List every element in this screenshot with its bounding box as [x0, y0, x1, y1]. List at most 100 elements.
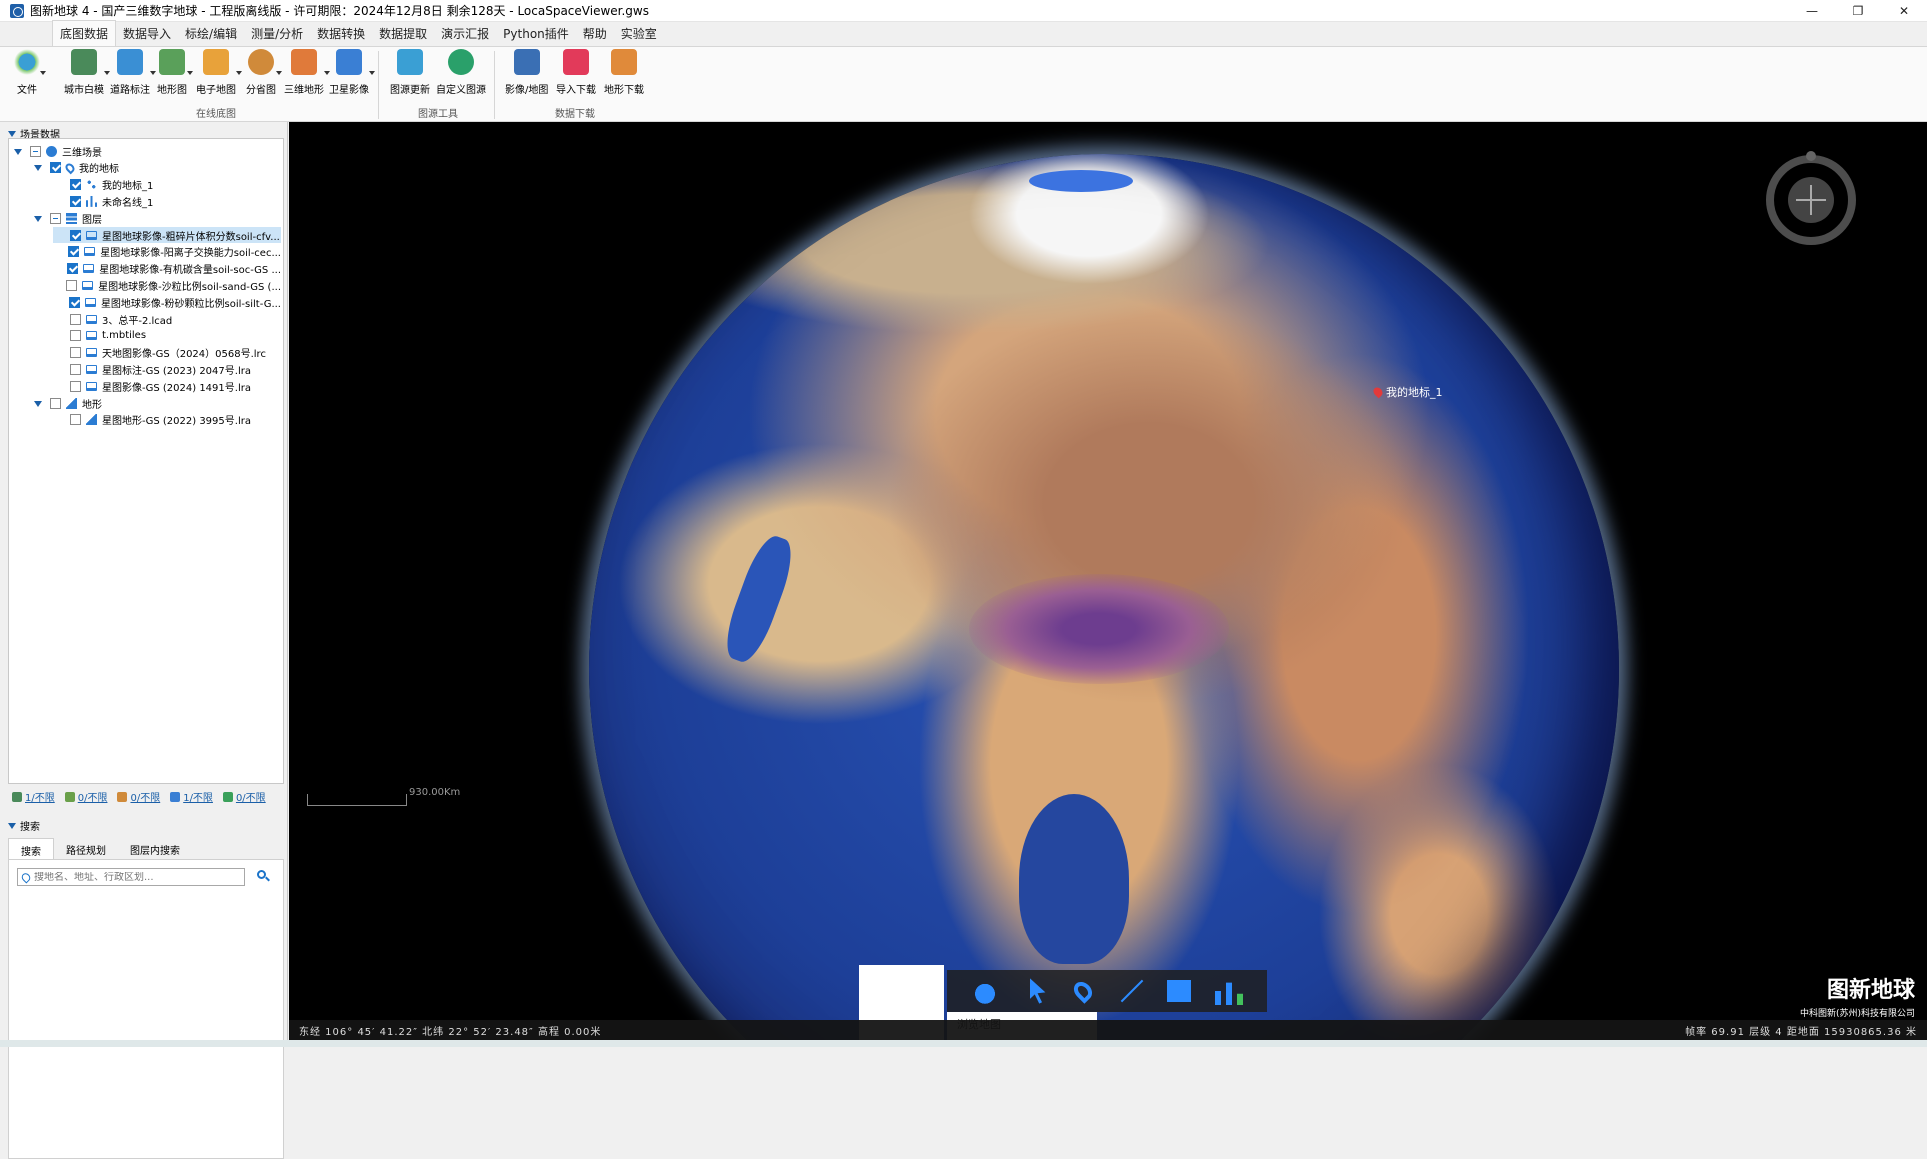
navigation-compass[interactable] — [1766, 151, 1856, 245]
layer-checkbox[interactable] — [66, 279, 78, 291]
search-box[interactable] — [17, 868, 245, 886]
tab-lab[interactable]: 实验室 — [614, 21, 664, 46]
coordinates-readout: 东经 106° 45′ 41.22″ 北纬 22° 52′ 23.48″ 高程 … — [299, 1026, 602, 1038]
layer-checkbox[interactable] — [30, 145, 41, 157]
city-model-button[interactable]: 城市白模 — [64, 49, 110, 96]
layer-checkbox[interactable] — [68, 296, 80, 308]
expand-toggle-icon[interactable] — [33, 163, 42, 172]
polygon-tool-icon[interactable] — [1167, 980, 1191, 1002]
layer-checkbox[interactable] — [70, 179, 81, 191]
collapse-icon — [8, 130, 16, 137]
province-map-button[interactable]: 分省图 — [246, 49, 282, 96]
source-update-icon — [397, 49, 423, 75]
electronic-map-icon — [203, 49, 229, 75]
tab-data-convert[interactable]: 数据转换 — [310, 21, 372, 46]
object-count-link[interactable]: 0/不限 — [117, 789, 160, 804]
tab-presentation[interactable]: 演示汇报 — [434, 21, 496, 46]
monitor-icon — [82, 280, 94, 290]
object-type-icon — [12, 791, 22, 802]
tree-node[interactable]: 星图地球影像-沙粒比例soil-sand-GS (... — [53, 277, 281, 293]
road-label-button[interactable]: 道路标注 — [110, 49, 156, 96]
tree-node[interactable]: 星图地球影像-粗碎片体积分数soil-cfv... — [53, 227, 281, 243]
tab-help[interactable]: 帮助 — [576, 21, 614, 46]
tree-node[interactable]: 我的地标_1 — [53, 177, 281, 193]
search-input[interactable] — [34, 871, 234, 883]
search-icon[interactable] — [257, 870, 270, 882]
select-pointer-icon[interactable] — [1030, 978, 1046, 1004]
object-count-link[interactable]: 0/不限 — [222, 789, 266, 804]
tab-data-extract[interactable]: 数据提取 — [372, 21, 434, 46]
tree-node-label: 未命名线_1 — [102, 197, 154, 209]
tree-node[interactable]: 三维场景 — [13, 143, 281, 159]
tab-python-plugin[interactable]: Python插件 — [496, 21, 576, 46]
3d-terrain-button[interactable]: 三维地形 — [284, 49, 330, 96]
placemark-tool-icon[interactable] — [1070, 978, 1096, 1004]
tree-node[interactable]: 天地图影像-GS（2024）0568号.lrc — [53, 345, 281, 361]
tree-node[interactable]: 星图影像-GS (2024) 1491号.lra — [53, 378, 281, 394]
map-viewport[interactable]: 我的地标_1 930.00Km 浏览地图 图新地球 中科图新(苏州)科技有限公司 — [289, 122, 1927, 1042]
restore-button[interactable]: ❐ — [1835, 0, 1881, 22]
layer-checkbox[interactable] — [68, 246, 80, 258]
tree-node-label: t.mbtiles — [102, 330, 147, 342]
tree-node[interactable]: 3、总平-2.lcad — [53, 311, 281, 327]
object-count-link[interactable]: 1/不限 — [170, 789, 213, 804]
terrain-download-button[interactable]: 地形下载 — [604, 49, 644, 96]
layer-checkbox[interactable] — [67, 263, 79, 275]
layer-checkbox[interactable] — [50, 162, 61, 174]
tree-node[interactable]: 星图标注-GS (2023) 2047号.lra — [53, 361, 281, 377]
terrain-map-button[interactable]: 地形图 — [157, 49, 193, 96]
tree-node-label: 星图地球影像-阳离子交换能力soil-cec... — [100, 248, 281, 260]
tree-node[interactable]: 星图地球影像-有机碳含量soil-soc-GS ... — [53, 261, 281, 277]
tree-node[interactable]: 我的地标 — [33, 160, 281, 176]
satellite-imagery-button[interactable]: 卫星影像 — [329, 49, 375, 96]
object-count-link[interactable]: 0/不限 — [64, 789, 107, 804]
tree-node[interactable]: t.mbtiles — [53, 328, 281, 344]
line-tool-icon[interactable] — [1115, 977, 1143, 1005]
expand-toggle-icon[interactable] — [33, 399, 42, 408]
object-type-icon — [64, 791, 75, 802]
layer-checkbox[interactable] — [70, 380, 81, 392]
import-download-button[interactable]: 导入下载 — [556, 49, 596, 96]
tab-plot-edit[interactable]: 标绘/编辑 — [178, 21, 244, 46]
chart-tool-icon[interactable] — [1215, 982, 1243, 1005]
layer-checkbox[interactable] — [50, 212, 61, 224]
terrain-icon — [86, 414, 97, 426]
search-header[interactable]: 搜索 — [8, 818, 40, 833]
tree-node[interactable]: 星图地球影像-阳离子交换能力soil-cec... — [53, 244, 281, 260]
layer-checkbox[interactable] — [70, 313, 81, 325]
monitor-icon — [83, 264, 95, 274]
layer-checkbox[interactable] — [70, 229, 81, 241]
layer-checkbox[interactable] — [70, 347, 81, 359]
electronic-map-button[interactable]: 电子地图 — [196, 49, 242, 96]
imagery-map-button[interactable]: 影像/地图 — [505, 49, 548, 96]
expand-toggle-icon[interactable] — [13, 147, 22, 156]
tree-node[interactable]: 星图地形-GS (2022) 3995号.lra — [53, 412, 281, 428]
custom-source-globe-icon — [448, 49, 474, 75]
close-button[interactable]: ✕ — [1881, 0, 1927, 22]
hand-pan-icon[interactable] — [971, 977, 999, 1005]
tree-node-label: 地形 — [82, 399, 102, 411]
tab-data-import[interactable]: 数据导入 — [116, 21, 178, 46]
tab-basemap[interactable]: 底图数据 — [52, 20, 117, 46]
minimize-button[interactable]: — — [1789, 0, 1835, 22]
layer-checkbox[interactable] — [70, 363, 81, 375]
globe[interactable] — [589, 154, 1619, 1042]
object-count-link[interactable]: 1/不限 — [12, 789, 55, 804]
imagery-map-icon — [513, 49, 540, 75]
tree-node[interactable]: 未命名线_1 — [53, 193, 281, 209]
layer-checkbox[interactable] — [70, 330, 81, 342]
layer-checkbox[interactable] — [70, 195, 81, 207]
tree-node[interactable]: 星图地球影像-粉砂颗粒比例soil-silt-G... — [53, 294, 281, 310]
layer-checkbox[interactable] — [70, 414, 81, 426]
source-update-button[interactable]: 图源更新 — [390, 49, 430, 96]
layer-checkbox[interactable] — [50, 397, 61, 409]
expand-toggle-icon[interactable] — [33, 214, 42, 223]
point-icon — [86, 179, 97, 191]
placemark[interactable]: 我的地标_1 — [1371, 384, 1443, 400]
custom-source-button[interactable]: 自定义图源 — [436, 49, 486, 96]
tree-node[interactable]: 地形 — [33, 395, 281, 411]
file-menu-button[interactable]: 文件 — [14, 49, 46, 96]
tree-node-label: 我的地标 — [79, 164, 119, 176]
tree-node[interactable]: 图层 — [33, 210, 281, 226]
tab-measure-analysis[interactable]: 测量/分析 — [244, 21, 310, 46]
